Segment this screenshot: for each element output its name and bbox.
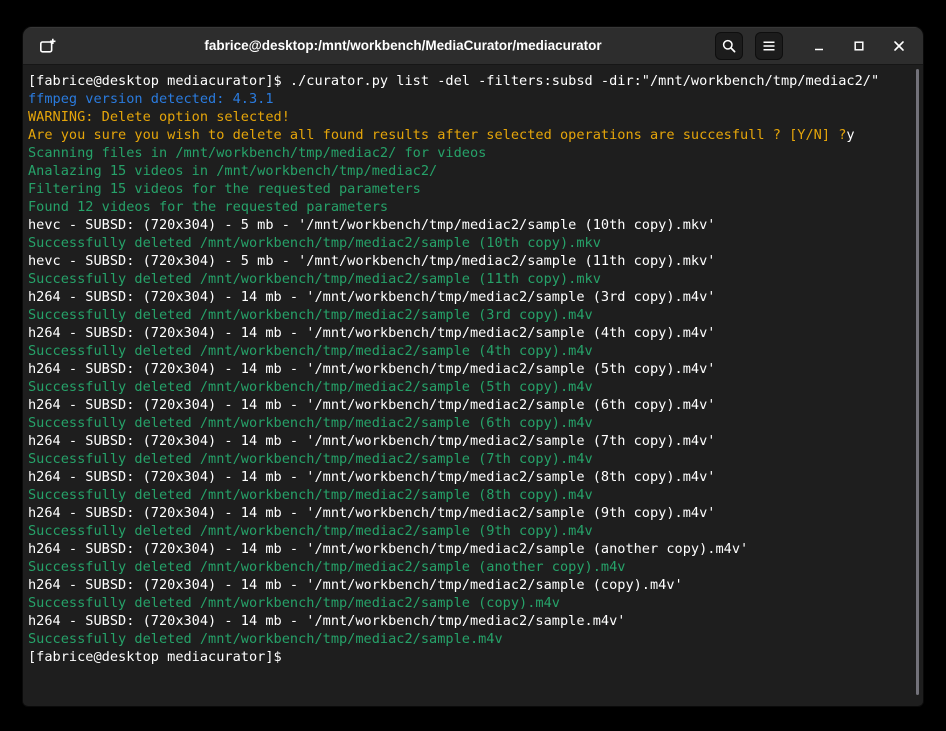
new-tab-icon (39, 37, 56, 54)
terminal-line: Successfully deleted /mnt/workbench/tmp/… (28, 630, 918, 648)
terminal-text-segment: h264 - SUBSD: (720x304) - 14 mb - '/mnt/… (28, 505, 715, 521)
terminal-line: ffmpeg version detected: 4.3.1 (28, 90, 918, 108)
window-controls (805, 32, 913, 60)
terminal-line: Are you sure you wish to delete all foun… (28, 126, 918, 144)
terminal-text-segment: Successfully deleted /mnt/workbench/tmp/… (28, 343, 593, 359)
menu-icon (761, 38, 777, 54)
terminal-line: Successfully deleted /mnt/workbench/tmp/… (28, 234, 918, 252)
terminal-line: Successfully deleted /mnt/workbench/tmp/… (28, 306, 918, 324)
terminal-line: Successfully deleted /mnt/workbench/tmp/… (28, 378, 918, 396)
search-icon (721, 38, 737, 54)
terminal-line: WARNING: Delete option selected! (28, 108, 918, 126)
scrollbar-thumb[interactable] (916, 69, 919, 695)
terminal-text-segment: Successfully deleted /mnt/workbench/tmp/… (28, 307, 593, 323)
terminal-line: [fabrice@desktop mediacurator]$ (28, 648, 918, 666)
scrollbar[interactable] (913, 69, 922, 695)
terminal-line: h264 - SUBSD: (720x304) - 14 mb - '/mnt/… (28, 396, 918, 414)
terminal-text-segment: Successfully deleted /mnt/workbench/tmp/… (28, 379, 593, 395)
terminal-text-segment: hevc - SUBSD: (720x304) - 5 mb - '/mnt/w… (28, 217, 715, 233)
window-title: fabrice@desktop:/mnt/workbench/MediaCura… (113, 38, 693, 53)
terminal-text-segment: h264 - SUBSD: (720x304) - 14 mb - '/mnt/… (28, 541, 748, 557)
terminal-text-segment: hevc - SUBSD: (720x304) - 5 mb - '/mnt/w… (28, 253, 715, 269)
terminal-line: Scanning files in /mnt/workbench/tmp/med… (28, 144, 918, 162)
terminal-line: h264 - SUBSD: (720x304) - 14 mb - '/mnt/… (28, 540, 918, 558)
terminal-text-segment: Are you sure you wish to delete all foun… (28, 127, 846, 143)
terminal-text-segment: [fabrice@desktop mediacurator]$ ./curato… (28, 73, 879, 89)
terminal-line: Successfully deleted /mnt/workbench/tmp/… (28, 450, 918, 468)
terminal-text-segment: Successfully deleted /mnt/workbench/tmp/… (28, 415, 593, 431)
terminal-line: h264 - SUBSD: (720x304) - 14 mb - '/mnt/… (28, 468, 918, 486)
terminal-text-segment: h264 - SUBSD: (720x304) - 14 mb - '/mnt/… (28, 289, 715, 305)
titlebar-right-controls (715, 32, 913, 60)
terminal-line: Analazing 15 videos in /mnt/workbench/tm… (28, 162, 918, 180)
terminal-text-segment: Successfully deleted /mnt/workbench/tmp/… (28, 487, 593, 503)
terminal[interactable]: [fabrice@desktop mediacurator]$ ./curato… (23, 65, 923, 705)
terminal-text-segment: h264 - SUBSD: (720x304) - 14 mb - '/mnt/… (28, 397, 715, 413)
terminal-line: Successfully deleted /mnt/workbench/tmp/… (28, 594, 918, 612)
terminal-line: Filtering 15 videos for the requested pa… (28, 180, 918, 198)
terminal-text-segment: Filtering 15 videos for the requested pa… (28, 181, 421, 197)
titlebar[interactable]: fabrice@desktop:/mnt/workbench/MediaCura… (23, 27, 923, 65)
terminal-text-segment: y (846, 127, 854, 143)
close-button[interactable] (885, 32, 913, 60)
terminal-line: Successfully deleted /mnt/workbench/tmp/… (28, 522, 918, 540)
terminal-text-segment: Successfully deleted /mnt/workbench/tmp/… (28, 523, 593, 539)
terminal-text-segment: Found 12 videos for the requested parame… (28, 199, 388, 215)
menu-button[interactable] (755, 32, 783, 60)
terminal-text-segment: Successfully deleted /mnt/workbench/tmp/… (28, 271, 601, 287)
terminal-line: h264 - SUBSD: (720x304) - 14 mb - '/mnt/… (28, 360, 918, 378)
terminal-text-segment: Analazing 15 videos in /mnt/workbench/tm… (28, 163, 437, 179)
terminal-output: [fabrice@desktop mediacurator]$ ./curato… (28, 72, 918, 666)
close-icon (891, 38, 907, 54)
minimize-icon (811, 38, 827, 54)
terminal-line: Successfully deleted /mnt/workbench/tmp/… (28, 486, 918, 504)
maximize-icon (851, 38, 867, 54)
terminal-text-segment: Scanning files in /mnt/workbench/tmp/med… (28, 145, 486, 161)
terminal-text-segment: h264 - SUBSD: (720x304) - 14 mb - '/mnt/… (28, 433, 715, 449)
terminal-text-segment: h264 - SUBSD: (720x304) - 14 mb - '/mnt/… (28, 325, 715, 341)
terminal-text-segment: WARNING: Delete option selected! (28, 109, 290, 125)
terminal-text-segment: Successfully deleted /mnt/workbench/tmp/… (28, 235, 601, 251)
terminal-line: h264 - SUBSD: (720x304) - 14 mb - '/mnt/… (28, 612, 918, 630)
terminal-text-segment: ffmpeg version detected: 4.3.1 (28, 91, 274, 107)
terminal-line: [fabrice@desktop mediacurator]$ ./curato… (28, 72, 918, 90)
terminal-text-segment: h264 - SUBSD: (720x304) - 14 mb - '/mnt/… (28, 577, 683, 593)
terminal-window: fabrice@desktop:/mnt/workbench/MediaCura… (23, 27, 923, 706)
terminal-line: h264 - SUBSD: (720x304) - 14 mb - '/mnt/… (28, 324, 918, 342)
terminal-line: Found 12 videos for the requested parame… (28, 198, 918, 216)
terminal-line: h264 - SUBSD: (720x304) - 14 mb - '/mnt/… (28, 504, 918, 522)
terminal-line: Successfully deleted /mnt/workbench/tmp/… (28, 342, 918, 360)
terminal-text-segment: [fabrice@desktop mediacurator]$ (28, 649, 290, 665)
search-button[interactable] (715, 32, 743, 60)
terminal-text-segment: h264 - SUBSD: (720x304) - 14 mb - '/mnt/… (28, 613, 625, 629)
terminal-text-segment: Successfully deleted /mnt/workbench/tmp/… (28, 631, 503, 647)
terminal-line: hevc - SUBSD: (720x304) - 5 mb - '/mnt/w… (28, 252, 918, 270)
terminal-text-segment: Successfully deleted /mnt/workbench/tmp/… (28, 559, 625, 575)
terminal-line: h264 - SUBSD: (720x304) - 14 mb - '/mnt/… (28, 432, 918, 450)
terminal-line: Successfully deleted /mnt/workbench/tmp/… (28, 558, 918, 576)
terminal-text-segment: h264 - SUBSD: (720x304) - 14 mb - '/mnt/… (28, 469, 715, 485)
terminal-text-segment: h264 - SUBSD: (720x304) - 14 mb - '/mnt/… (28, 361, 715, 377)
terminal-line: Successfully deleted /mnt/workbench/tmp/… (28, 270, 918, 288)
terminal-line: h264 - SUBSD: (720x304) - 14 mb - '/mnt/… (28, 288, 918, 306)
new-tab-button[interactable] (33, 32, 61, 60)
terminal-line: h264 - SUBSD: (720x304) - 14 mb - '/mnt/… (28, 576, 918, 594)
terminal-line: Successfully deleted /mnt/workbench/tmp/… (28, 414, 918, 432)
desktop-background: fabrice@desktop:/mnt/workbench/MediaCura… (0, 0, 946, 731)
terminal-line: hevc - SUBSD: (720x304) - 5 mb - '/mnt/w… (28, 216, 918, 234)
minimize-button[interactable] (805, 32, 833, 60)
maximize-button[interactable] (845, 32, 873, 60)
terminal-text-segment: Successfully deleted /mnt/workbench/tmp/… (28, 451, 593, 467)
terminal-text-segment: Successfully deleted /mnt/workbench/tmp/… (28, 595, 560, 611)
